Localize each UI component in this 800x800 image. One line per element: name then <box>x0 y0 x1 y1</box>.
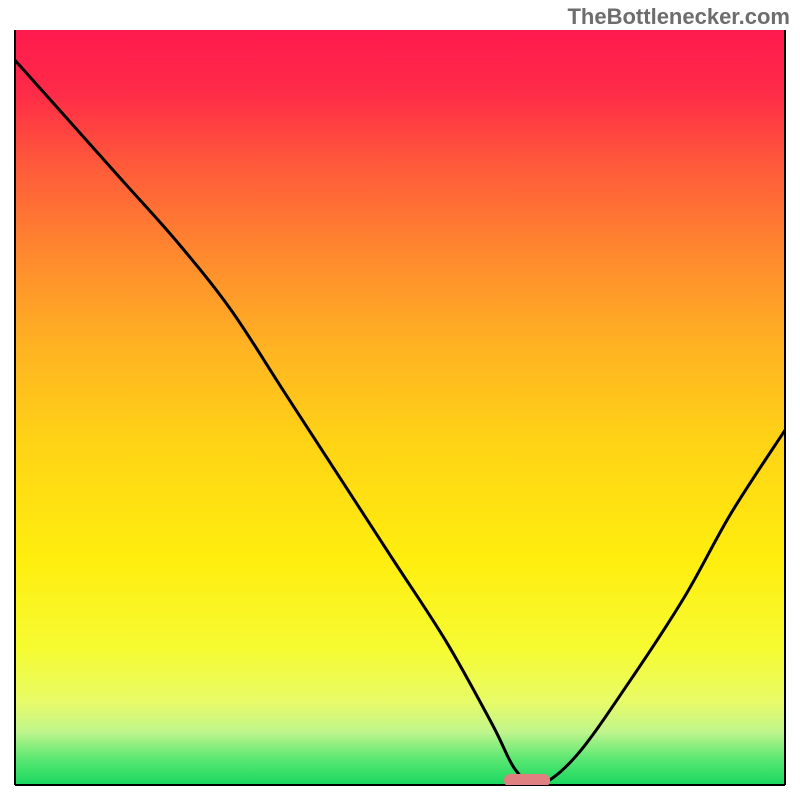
chart-container: TheBottlenecker.com <box>0 0 800 800</box>
chart-svg <box>0 0 800 800</box>
watermark-text: TheBottlenecker.com <box>567 4 790 30</box>
chart-background <box>15 30 785 785</box>
